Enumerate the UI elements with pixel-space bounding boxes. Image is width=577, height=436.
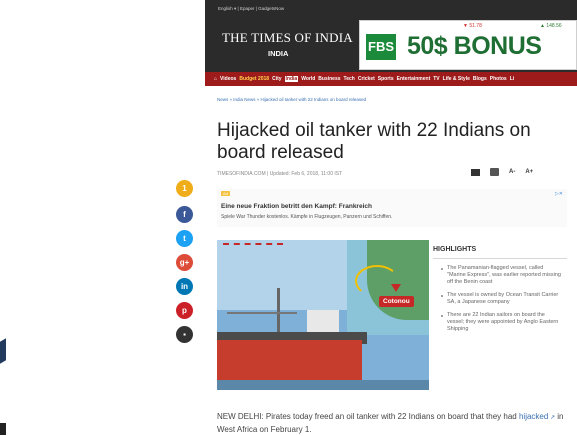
map-pin-icon — [391, 284, 401, 292]
article-tools: A- A+ — [471, 168, 533, 176]
highlights-title: HIGHLIGHTS — [433, 246, 477, 253]
highlights-list: The Panamanian-flagged vessel, called "M… — [441, 265, 561, 339]
nav-item[interactable]: Budget 2018 — [239, 76, 269, 82]
print-icon[interactable] — [490, 168, 499, 176]
twitter-share-icon[interactable]: t — [176, 230, 193, 247]
sponsored-ad[interactable]: Ad ▷✕ Eine neue Fraktion betritt den Kam… — [217, 189, 567, 227]
font-decrease-button[interactable]: A- — [509, 169, 515, 175]
highlights-box: HIGHLIGHTS The Panamanian-flagged vessel… — [433, 240, 567, 390]
email-icon[interactable] — [471, 168, 480, 176]
article-image: Cotonou — [217, 240, 429, 390]
nav-item[interactable]: Life & Style — [443, 76, 470, 82]
pinterest-share-icon[interactable]: p — [176, 302, 193, 319]
nav-item[interactable]: Business — [318, 76, 340, 82]
header-banner-ad[interactable]: ▼ 51.78 ▲ 148.56 FBS 50$ BONUS — [359, 20, 577, 70]
ad-headline: 50$ BONUS — [407, 32, 542, 60]
nav-item[interactable]: World — [301, 76, 315, 82]
nav-item[interactable]: Tech — [344, 76, 355, 82]
linkedin-share-icon[interactable]: in — [176, 278, 193, 295]
highlights-divider — [433, 258, 567, 259]
nav-items: ⌂ Videos Budget 2018 City India World Business… — [214, 76, 514, 82]
home-icon[interactable]: ⌂ — [214, 76, 217, 82]
nav-item[interactable]: Li — [510, 76, 514, 82]
comments-count-badge[interactable]: 1 — [176, 180, 193, 197]
comment-share-icon[interactable]: ▪ — [176, 326, 193, 343]
nav-item[interactable]: Videos — [220, 76, 236, 82]
sponsored-headline[interactable]: Eine neue Fraktion betritt den Kampf: Fr… — [221, 203, 372, 210]
highlight-item: The vessel is owned by Ocean Transit Car… — [441, 292, 561, 306]
partial-side-block — [0, 423, 6, 435]
article-title: Hijacked oil tanker with 22 Indians on b… — [217, 120, 531, 163]
nav-item[interactable]: Sports — [378, 76, 394, 82]
article-lede: NEW DELHI: Pirates today freed an oil ta… — [217, 411, 572, 436]
highlight-item: The Panamanian-flagged vessel, called "M… — [441, 265, 561, 286]
image-dashed-line — [223, 243, 283, 245]
nav-item[interactable]: Cricket — [358, 76, 375, 82]
nav-item[interactable]: Photos — [490, 76, 507, 82]
breadcrumb[interactable]: News » India News » Hijacked oil tanker … — [217, 97, 366, 102]
map-location-label: Cotonou — [379, 296, 414, 307]
google-plus-share-icon[interactable]: g+ — [176, 254, 193, 271]
partial-side-graphic — [0, 338, 6, 364]
nav-item[interactable]: Entertainment — [397, 76, 431, 82]
ad-tag: Ad — [221, 191, 230, 196]
ad-logo: FBS — [366, 34, 396, 62]
ship-bridge — [307, 310, 339, 334]
highlight-item: There are 22 Indian sailors on board the… — [441, 312, 561, 333]
top-links[interactable]: English ▾ | Epaper | GadgetsNow — [218, 6, 284, 12]
site-logo[interactable]: THE TIMES OF INDIA — [222, 30, 353, 46]
ad-ticker-down: ▼ 51.78 — [463, 23, 482, 29]
article-meta: TIMESOFINDIA.COM | Updated: Feb 6, 2018,… — [217, 171, 343, 177]
ad-close-icon[interactable]: ▷✕ — [555, 191, 563, 197]
site-section-name: INDIA — [268, 49, 289, 58]
font-increase-button[interactable]: A+ — [525, 169, 533, 175]
nav-item[interactable]: India — [284, 76, 299, 82]
facebook-share-icon[interactable]: f — [176, 206, 193, 223]
lede-prefix: NEW DELHI: Pirates today freed an oil ta… — [217, 412, 517, 421]
hijacked-link[interactable]: hijacked — [519, 412, 548, 421]
ad-ticker-up: ▲ 148.56 — [540, 23, 562, 29]
inset-map-road — [355, 265, 399, 297]
image-water — [217, 380, 429, 390]
nav-item[interactable]: Blogs — [473, 76, 487, 82]
nav-item[interactable]: TV — [433, 76, 439, 82]
nav-item[interactable]: City — [272, 76, 281, 82]
sponsored-body: Spiele War Thunder kostenlos. Kämpfe in … — [221, 214, 393, 220]
